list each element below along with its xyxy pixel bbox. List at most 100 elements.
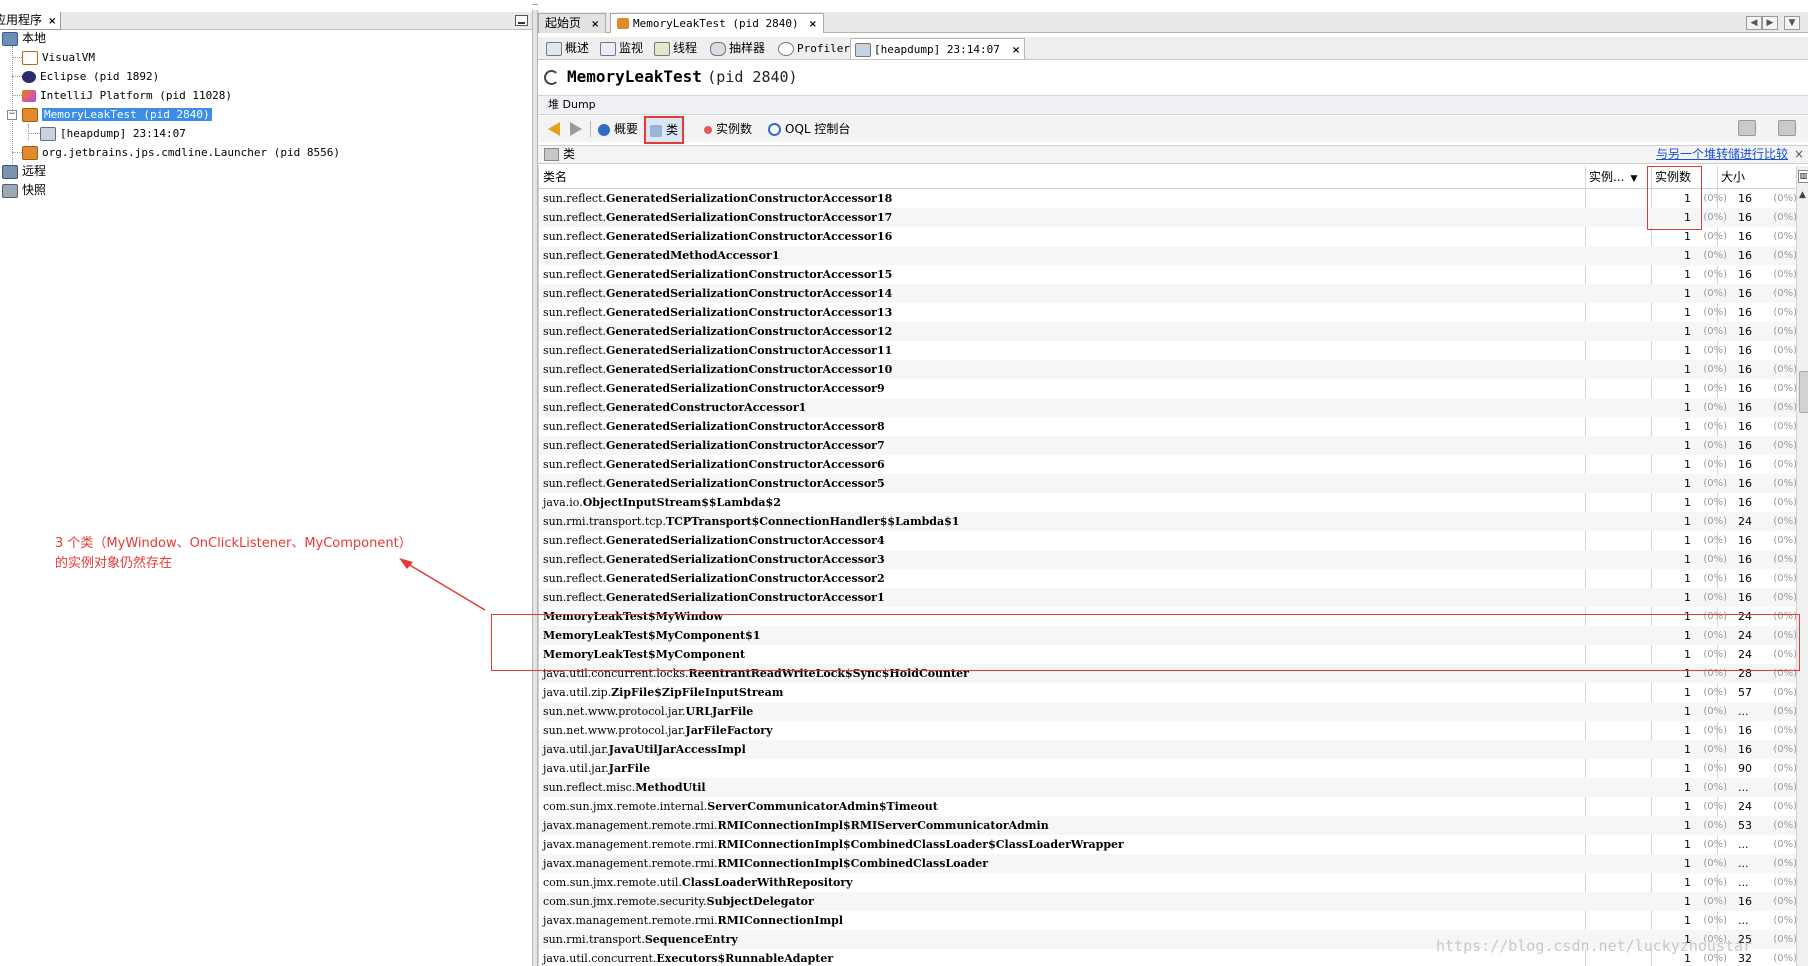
column-filter-instances[interactable]: 实例... ▼ <box>1585 166 1652 188</box>
table-row[interactable]: com.sun.jmx.remote.util.ClassLoaderWithR… <box>539 873 1797 892</box>
forward-arrow-icon[interactable] <box>570 122 582 136</box>
column-header-instances[interactable]: 实例数 <box>1651 166 1718 188</box>
table-row[interactable]: java.util.jar.JarFile 1 (0%) 90 (0%) <box>539 759 1797 778</box>
back-arrow-icon[interactable] <box>548 122 560 136</box>
hierarchy-icon[interactable] <box>1778 120 1796 136</box>
tree-node-eclipse[interactable]: Eclipse (pid 1892) <box>22 67 159 86</box>
table-row[interactable]: sun.reflect.GeneratedSerializationConstr… <box>539 588 1797 607</box>
table-row[interactable]: sun.reflect.GeneratedSerializationConstr… <box>539 360 1797 379</box>
class-name: GeneratedSerializationConstructorAccesso… <box>606 439 885 452</box>
classes-button[interactable]: 类 <box>644 116 685 144</box>
oql-console-button[interactable]: OQL 控制台 <box>768 119 850 139</box>
tab-close-button[interactable]: × <box>1012 45 1020 56</box>
instance-percent: (0%) <box>1703 193 1727 204</box>
table-row[interactable]: sun.reflect.GeneratedSerializationConstr… <box>539 455 1797 474</box>
table-row[interactable]: sun.reflect.GeneratedSerializationConstr… <box>539 550 1797 569</box>
table-row[interactable]: javax.management.remote.rmi.RMIConnectio… <box>539 911 1797 930</box>
package-name: sun.reflect. <box>543 344 607 357</box>
applications-tab-close[interactable]: × <box>48 16 56 27</box>
tab-sampler[interactable]: 抽样器 <box>706 38 769 58</box>
classes-table: 类名 实例... ▼ 实例数 大小 sun.reflect.GeneratedSe… <box>538 166 1797 966</box>
compare-heap-dump-link[interactable]: 与另一个堆转储进行比较 <box>1656 146 1788 163</box>
table-header: 类名 实例... ▼ 实例数 大小 <box>539 166 1797 189</box>
table-row[interactable]: sun.reflect.GeneratedSerializationConstr… <box>539 208 1797 227</box>
table-row[interactable]: javax.management.remote.rmi.RMIConnectio… <box>539 835 1797 854</box>
tree-node-memoryleaktest[interactable]: MemoryLeakTest (pid 2840) <box>22 105 212 124</box>
tree-node-launcher[interactable]: org.jetbrains.jps.cmdline.Launcher (pid … <box>22 143 340 162</box>
class-name-cell: MemoryLeakTest$MyComponent <box>543 645 745 664</box>
table-row[interactable]: MemoryLeakTest$MyComponent 1 (0%) 24 (0%) <box>539 645 1797 664</box>
table-row[interactable]: java.util.zip.ZipFile$ZipFileInputStream… <box>539 683 1797 702</box>
table-row[interactable]: sun.reflect.GeneratedSerializationConstr… <box>539 284 1797 303</box>
column-header-class-name[interactable]: 类名 <box>539 166 1586 188</box>
class-name-cell: java.util.zip.ZipFile$ZipFileInputStream <box>543 683 783 702</box>
table-row[interactable]: sun.reflect.GeneratedSerializationConstr… <box>539 531 1797 550</box>
tree-node-visualvm[interactable]: VisualVM <box>22 48 95 67</box>
tree-node-snapshot[interactable]: 快照 <box>2 181 46 200</box>
class-name-cell: java.util.concurrent.locks.ReentrantRead… <box>543 664 969 683</box>
tab-list-dropdown-icon[interactable]: ▼ <box>1784 16 1800 30</box>
tree-node-remote[interactable]: 远程 <box>2 162 46 181</box>
tab-heapdump[interactable]: [heapdump] 23:14:07 × <box>850 38 1026 59</box>
tree-node-local[interactable]: 本地 <box>2 29 46 48</box>
scrollbar-thumb[interactable] <box>1799 371 1808 413</box>
tab-monitor[interactable]: 监视 <box>596 38 647 58</box>
instance-count: 1 <box>1684 496 1691 509</box>
tab-start-page[interactable]: 起始页 × <box>538 13 607 33</box>
table-row[interactable]: sun.reflect.GeneratedSerializationConstr… <box>539 265 1797 284</box>
table-row[interactable]: sun.reflect.misc.MethodUtil 1 (0%)... (0%) <box>539 778 1797 797</box>
tree-collapse-toggle[interactable]: − <box>7 110 17 120</box>
table-row[interactable]: javax.management.remote.rmi.RMIConnectio… <box>539 816 1797 835</box>
instance-count: 1 <box>1684 230 1691 243</box>
tree-node-heapdump[interactable]: [heapdump] 23:14:07 <box>40 124 186 143</box>
table-row[interactable]: sun.net.www.protocol.jar.JarFileFactory 1… <box>539 721 1797 740</box>
summary-button[interactable]: 概要 <box>598 119 638 139</box>
table-row[interactable]: sun.reflect.GeneratedSerializationConstr… <box>539 569 1797 588</box>
table-row[interactable]: sun.reflect.GeneratedSerializationConstr… <box>539 341 1797 360</box>
save-heap-icon[interactable] <box>1738 120 1756 136</box>
table-row[interactable]: sun.reflect.GeneratedSerializationConstr… <box>539 474 1797 493</box>
scroll-up-icon[interactable]: ▲ <box>1799 190 1806 200</box>
column-chooser-icon[interactable]: ▥ <box>1798 170 1808 183</box>
table-row[interactable]: java.io.ObjectInputStream$$Lambda$2 1 (0%)… <box>539 493 1797 512</box>
tab-scroll-right-icon[interactable]: ▶ <box>1762 16 1778 30</box>
table-row[interactable]: com.sun.jmx.remote.internal.ServerCommun… <box>539 797 1797 816</box>
tree-guide-line <box>28 124 29 140</box>
tab-overview[interactable]: 概述 <box>542 38 593 58</box>
tab-scroll-left-icon[interactable]: ◀ <box>1746 16 1762 30</box>
package-name: sun.reflect. <box>543 382 607 395</box>
table-row[interactable]: com.sun.jmx.remote.security.SubjectDeleg… <box>539 892 1797 911</box>
minimize-panel-icon[interactable] <box>515 15 528 26</box>
table-row[interactable]: sun.reflect.GeneratedSerializationConstr… <box>539 436 1797 455</box>
table-row[interactable]: javax.management.remote.rmi.RMIConnectio… <box>539 854 1797 873</box>
table-row[interactable]: sun.reflect.GeneratedSerializationConstr… <box>539 379 1797 398</box>
table-row[interactable]: java.util.concurrent.locks.ReentrantRead… <box>539 664 1797 683</box>
overview-icon <box>546 41 562 56</box>
table-row[interactable]: sun.reflect.GeneratedSerializationConstr… <box>539 417 1797 436</box>
table-row[interactable]: sun.reflect.GeneratedMethodAccessor1 1 (0%… <box>539 246 1797 265</box>
size-percent: (0%) <box>1773 858 1797 869</box>
column-header-size[interactable]: 大小 <box>1717 166 1797 188</box>
applications-tab[interactable]: 应用程序 × <box>0 12 62 30</box>
table-row[interactable]: MemoryLeakTest$MyWindow 1 (0%) 24 (0%) <box>539 607 1797 626</box>
table-row[interactable]: sun.reflect.GeneratedSerializationConstr… <box>539 227 1797 246</box>
table-row[interactable]: java.util.jar.JavaUtilJarAccessImpl 1 (0%)… <box>539 740 1797 759</box>
table-vertical-scrollbar[interactable]: ▥ ▲ <box>1796 166 1808 966</box>
tree-node-intellij[interactable]: IntelliJ Platform (pid 11028) <box>22 86 232 105</box>
tab-profiler[interactable]: Profiler <box>774 38 854 58</box>
class-name-cell: java.util.jar.JarFile <box>543 759 650 778</box>
table-row[interactable]: sun.reflect.GeneratedSerializationConstr… <box>539 189 1797 208</box>
table-row[interactable]: sun.reflect.GeneratedSerializationConstr… <box>539 303 1797 322</box>
table-row[interactable]: sun.rmi.transport.tcp.TCPTransport$Conne… <box>539 512 1797 531</box>
tab-close-button[interactable]: × <box>591 19 599 30</box>
table-row[interactable]: sun.reflect.GeneratedSerializationConstr… <box>539 322 1797 341</box>
table-row[interactable]: sun.net.www.protocol.jar.URLJarFile 1 (0%)… <box>539 702 1797 721</box>
tab-threads[interactable]: 线程 <box>650 38 701 58</box>
tab-close-button[interactable]: × <box>809 19 817 30</box>
instances-button[interactable]: 实例数 <box>704 119 752 139</box>
table-row[interactable]: sun.reflect.GeneratedConstructorAccessor… <box>539 398 1797 417</box>
tab-memoryleaktest[interactable]: MemoryLeakTest (pid 2840) × <box>610 13 824 33</box>
app-pid: (pid 2840) <box>707 68 798 86</box>
close-classes-view-button[interactable]: × <box>1794 146 1804 163</box>
table-row[interactable]: MemoryLeakTest$MyComponent$1 1 (0%) 24 (0%) <box>539 626 1797 645</box>
